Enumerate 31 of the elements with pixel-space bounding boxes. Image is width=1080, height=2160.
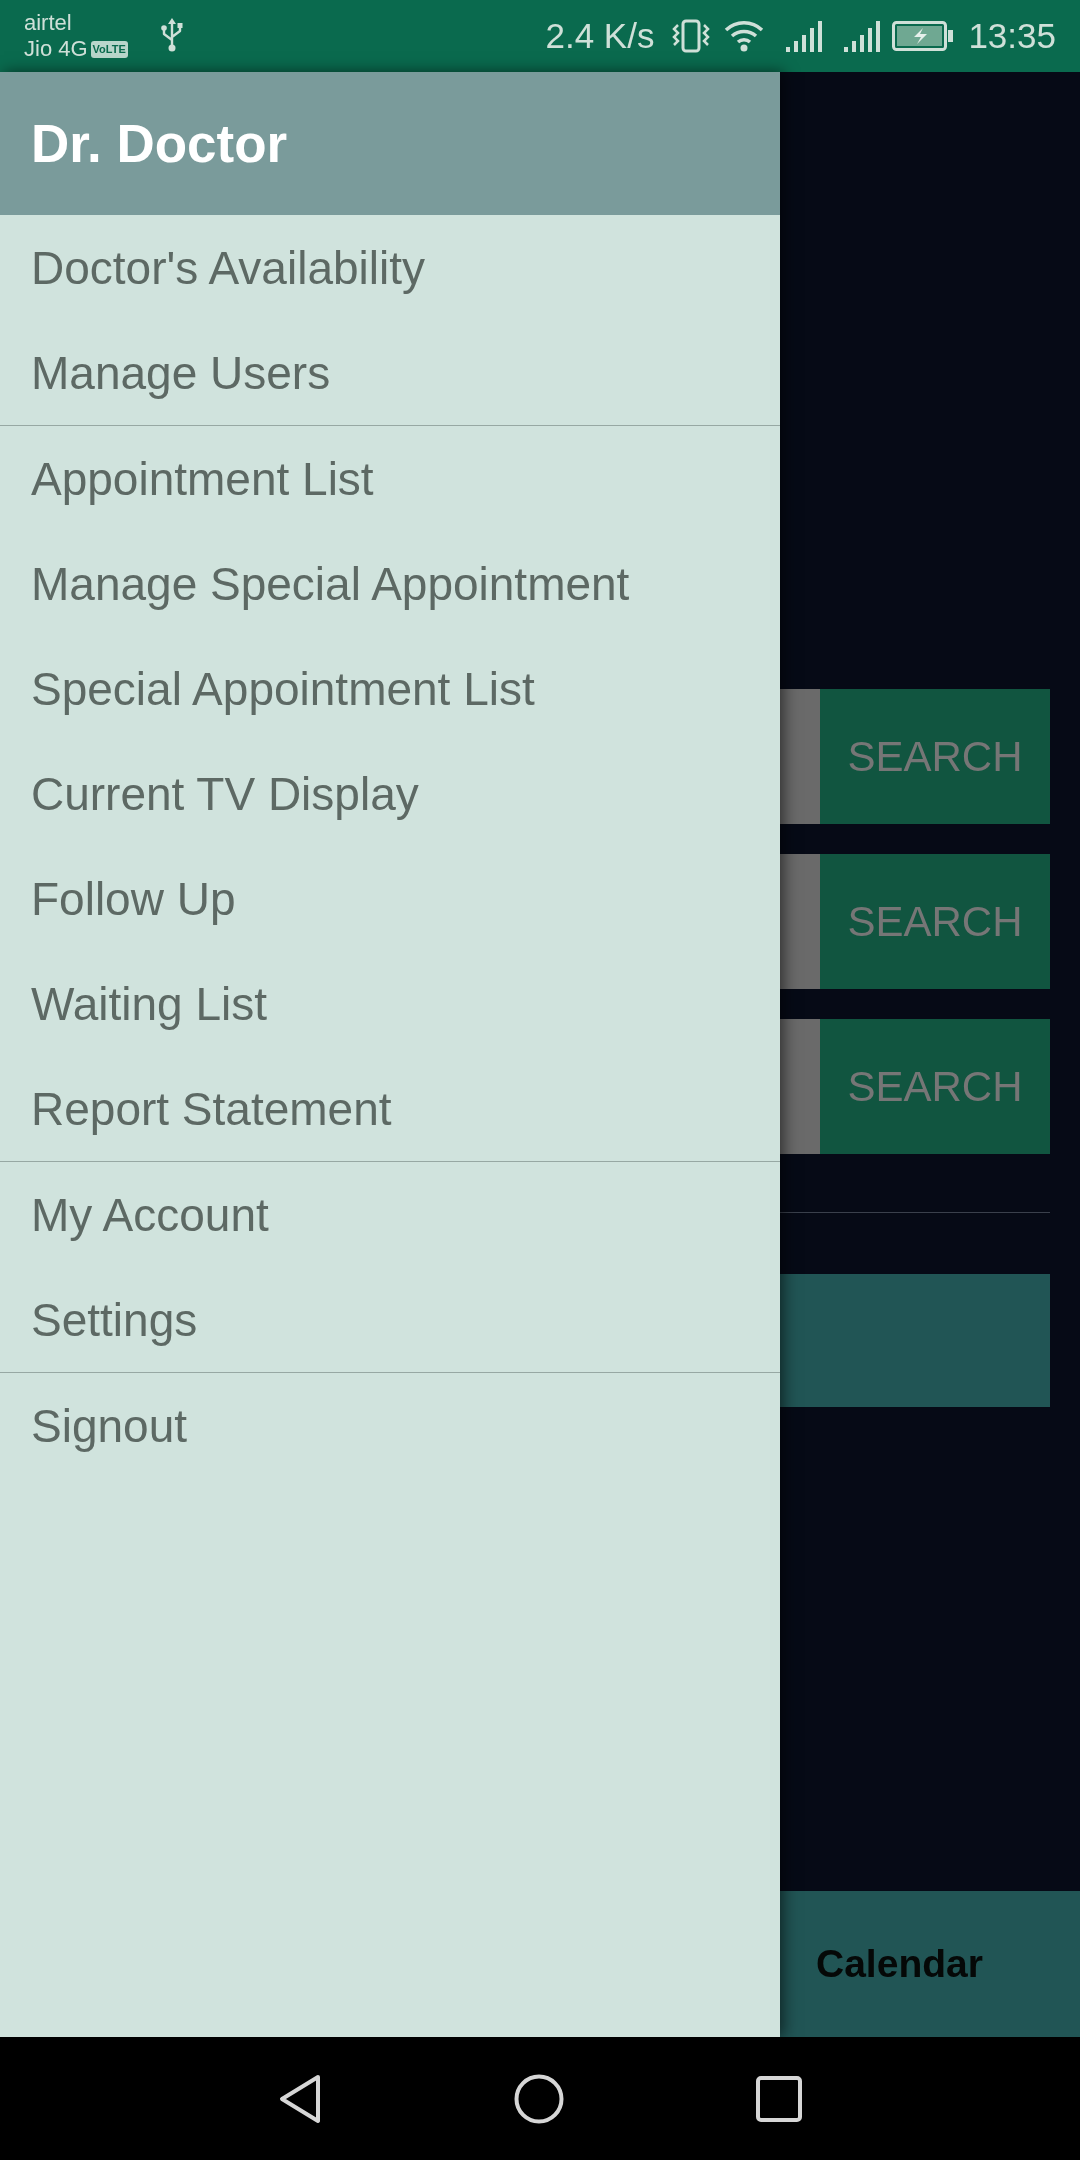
input-field[interactable] [780, 854, 820, 989]
input-field[interactable] [780, 689, 820, 824]
network-speed: 2.4 K/s [545, 16, 655, 56]
menu-item[interactable]: Special Appointment List [0, 636, 780, 741]
menu-item[interactable]: Signout [0, 1373, 780, 1478]
home-icon[interactable] [514, 2073, 564, 2124]
carrier-name: Jio 4G [24, 36, 88, 63]
volte-badge: VoLTE [90, 40, 128, 58]
menu-item[interactable]: Waiting List [0, 951, 780, 1056]
menu-item[interactable]: Follow Up [0, 846, 780, 951]
signal-icon [786, 19, 823, 53]
menu-item[interactable]: Manage Users [0, 320, 780, 425]
menu-item[interactable]: Report Statement [0, 1056, 780, 1161]
battery-charging-icon [892, 21, 955, 51]
recents-icon[interactable] [756, 2075, 802, 2122]
input-field[interactable] [780, 1019, 820, 1154]
back-icon[interactable] [278, 2073, 322, 2124]
wifi-icon [724, 19, 765, 53]
drawer-title: Dr. Doctor [31, 113, 288, 174]
usb-icon [159, 16, 184, 52]
menu-item[interactable]: My Account [0, 1162, 780, 1267]
calendar-tab[interactable]: Calendar [780, 1891, 1080, 2037]
menu-item[interactable]: Current TV Display [0, 741, 780, 846]
cut-off-button[interactable] [780, 1274, 1050, 1407]
menu-item[interactable]: Doctor's Availability [0, 215, 780, 320]
clock: 13:35 [968, 16, 1056, 56]
menu-item[interactable]: Manage Special Appointment [0, 531, 780, 636]
menu-item[interactable]: Settings [0, 1267, 780, 1372]
signal-icon [844, 19, 881, 53]
menu-item[interactable]: Appointment List [0, 426, 780, 531]
carrier-name: airtel [24, 9, 73, 36]
